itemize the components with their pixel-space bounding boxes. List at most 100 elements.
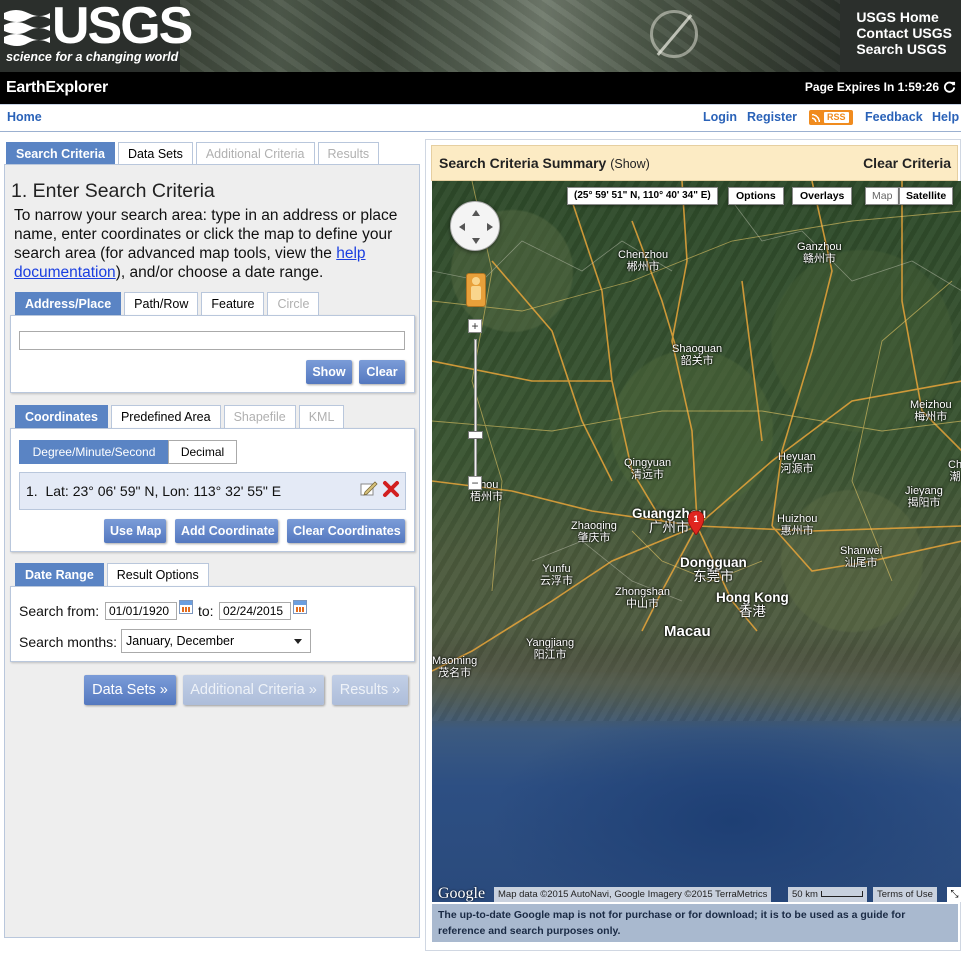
coordinate-value: Lat: 23° 06' 59" N, Lon: 113° 32' 55" E — [45, 483, 282, 499]
search-usgs-link[interactable]: Search USGS — [856, 41, 952, 57]
tab-coordinates[interactable]: Coordinates — [15, 405, 108, 428]
map-label-yunfu: Yunfu 云浮市 — [540, 563, 573, 587]
dms-format-button[interactable]: Degree/Minute/Second — [19, 440, 169, 464]
map-label-heyuan: Heyuan 河源市 — [778, 451, 816, 475]
zoom-slider-thumb[interactable] — [468, 431, 483, 439]
tab-result-options[interactable]: Result Options — [106, 563, 209, 586]
pan-up-icon — [472, 210, 480, 216]
map-disclaimer: The up-to-date Google map is not for pur… — [432, 904, 958, 942]
coordinates-box: Degree/Minute/Second Decimal 1. Lat: 23°… — [10, 428, 415, 552]
search-months-value: January, December — [126, 634, 235, 648]
map-label-qingyuan: Qingyuan 清远市 — [624, 457, 672, 481]
tab-kml[interactable]: KML — [298, 405, 345, 428]
search-from-label: Search from: — [19, 603, 100, 619]
tab-results[interactable]: Results — [317, 142, 380, 165]
rss-button[interactable]: RSS — [809, 110, 853, 125]
additional-criteria-button[interactable]: Additional Criteria » — [183, 675, 324, 705]
contact-usgs-link[interactable]: Contact USGS — [856, 25, 952, 41]
delete-coordinate-icon[interactable] — [382, 480, 400, 498]
tab-search-criteria[interactable]: Search Criteria — [6, 142, 115, 165]
add-coordinate-button[interactable]: Add Coordinate — [175, 519, 278, 543]
expand-map-icon[interactable]: ⤡ — [947, 887, 961, 902]
edit-coordinate-icon[interactable] — [360, 481, 378, 497]
tab-address-place[interactable]: Address/Place — [15, 292, 122, 315]
data-sets-button[interactable]: Data Sets » — [84, 675, 176, 705]
date-tabs: Date Range Result Options — [15, 563, 212, 586]
search-criteria-panel: 1. Enter Search Criteria To narrow your … — [4, 164, 420, 938]
map-scale: 50 km — [788, 887, 867, 902]
banner-links: USGS Home Contact USGS Search USGS — [856, 9, 952, 57]
clear-criteria-link[interactable]: Clear Criteria — [863, 155, 951, 171]
zoom-slider-track[interactable] — [474, 339, 477, 479]
step-title: 1. Enter Search Criteria — [11, 180, 215, 202]
rss-icon — [812, 112, 822, 122]
register-link[interactable]: Register — [747, 110, 797, 124]
page-expires: Page Expires In 1:59:26 — [805, 80, 939, 94]
clear-address-button[interactable]: Clear — [359, 360, 405, 384]
search-months-select[interactable]: January, December — [121, 629, 311, 653]
monument-photo — [650, 10, 698, 58]
map-type-map-button[interactable]: Map — [865, 187, 900, 205]
pan-down-icon — [472, 238, 480, 244]
tab-circle[interactable]: Circle — [267, 292, 320, 315]
cursor-coordinates: (25° 59' 51" N, 110° 40' 34" E) — [567, 187, 718, 205]
map-type-satellite-button[interactable]: Satellite — [899, 187, 954, 205]
from-calendar-icon[interactable] — [179, 600, 193, 614]
usgs-home-link[interactable]: USGS Home — [856, 9, 952, 25]
map-label-zhongshan: Zhongshan 中山市 — [615, 586, 671, 610]
decimal-format-button[interactable]: Decimal — [168, 440, 237, 464]
google-map[interactable]: Chenzhou 郴州市 Ganzhou 赣州市 Shaoguan 韶关市 Meizh… — [432, 181, 961, 902]
tab-predefined-area[interactable]: Predefined Area — [110, 405, 221, 428]
intro-text-end: ), and/or choose a date range. — [115, 264, 324, 281]
zoom-in-button[interactable]: + — [468, 319, 482, 333]
search-criteria-summary: Search Criteria Summary (Show) Clear Cri… — [431, 145, 958, 181]
page-expires-time: 1:59:26 — [897, 80, 939, 94]
terms-of-use-link[interactable]: Terms of Use — [873, 887, 937, 902]
results-button[interactable]: Results » — [332, 675, 408, 705]
map-label-dongguan: Dongguan 东莞市 — [680, 555, 747, 584]
to-calendar-icon[interactable] — [293, 600, 307, 614]
login-link[interactable]: Login — [703, 110, 737, 124]
map-pan-control[interactable] — [450, 201, 500, 251]
app-bar: EarthExplorer Page Expires In 1:59:26 — [0, 72, 961, 104]
usgs-tagline: science for a changing world — [6, 50, 179, 64]
home-link[interactable]: Home — [7, 110, 42, 124]
usgs-wave-icon — [4, 3, 50, 49]
map-options-button[interactable]: Options — [728, 187, 784, 205]
summary-title-text: Search Criteria Summary — [439, 155, 607, 171]
google-logo[interactable]: Google — [438, 885, 485, 902]
feedback-link[interactable]: Feedback — [865, 110, 923, 124]
search-months-label: Search months: — [19, 634, 118, 650]
tab-date-range[interactable]: Date Range — [15, 563, 104, 586]
map-label-jieyang: Jieyang 揭阳市 — [905, 485, 943, 509]
use-map-button[interactable]: Use Map — [104, 519, 166, 543]
zoom-out-button[interactable]: − — [468, 476, 482, 490]
search-from-input[interactable]: 01/01/1920 — [105, 602, 177, 620]
map-label-zhaoqing: Zhaoqing 肇庆市 — [571, 520, 617, 544]
summary-show-link[interactable]: (Show) — [610, 157, 650, 171]
road-network — [432, 181, 961, 672]
tab-data-sets[interactable]: Data Sets — [117, 142, 193, 165]
tab-additional-criteria[interactable]: Additional Criteria — [195, 142, 315, 165]
search-to-input[interactable]: 02/24/2015 — [219, 602, 291, 620]
aerial-photo-header — [180, 0, 840, 72]
tab-path-row[interactable]: Path/Row — [124, 292, 199, 315]
map-overlays-button[interactable]: Overlays — [792, 187, 853, 205]
map-marker-icon[interactable]: 1 — [688, 511, 704, 535]
coordinate-index: 1. — [26, 483, 38, 499]
pan-left-icon — [459, 223, 465, 231]
address-input[interactable] — [19, 331, 405, 350]
rss-label: RSS — [824, 112, 849, 123]
tab-feature[interactable]: Feature — [201, 292, 265, 315]
coordinate-row[interactable]: 1. Lat: 23° 06' 59" N, Lon: 113° 32' 55"… — [26, 483, 281, 499]
street-view-pegman-icon[interactable] — [466, 273, 486, 307]
help-link[interactable]: Help — [932, 110, 959, 124]
tab-shapefile[interactable]: Shapefile — [223, 405, 296, 428]
clear-coordinates-button[interactable]: Clear Coordinates — [287, 519, 405, 543]
usgs-logo[interactable]: USGS — [4, 0, 193, 55]
map-label-meizhou: Meizhou 梅州市 — [910, 399, 952, 423]
refresh-icon[interactable] — [943, 80, 956, 93]
usgs-logo-text: USGS — [52, 0, 193, 55]
show-button[interactable]: Show — [306, 360, 352, 384]
map-label-chenzhou: Chenzhou 郴州市 — [618, 249, 669, 273]
